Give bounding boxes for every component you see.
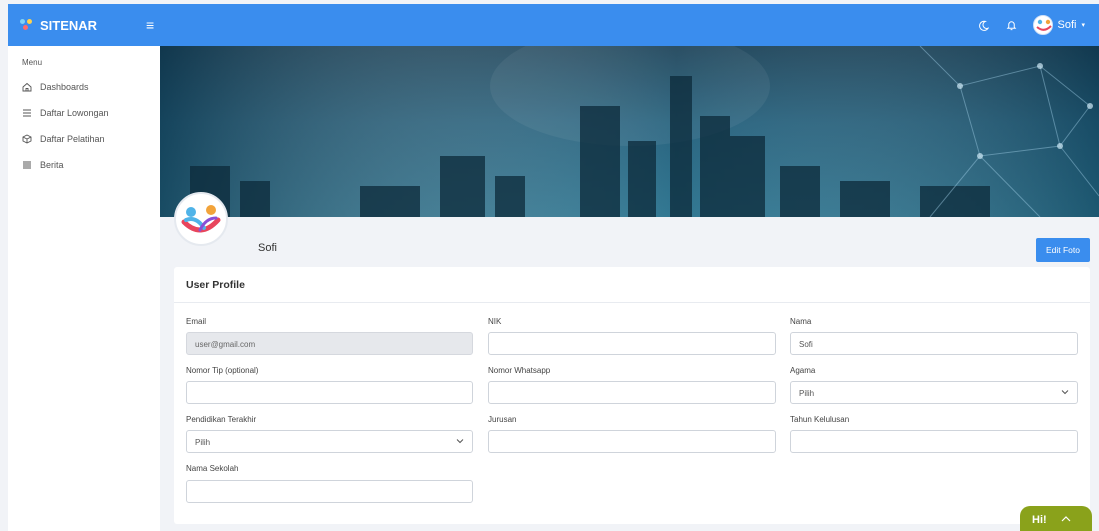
sidebar-item-dashboards[interactable]: Dashboards bbox=[8, 74, 160, 100]
chevron-up-icon bbox=[1061, 514, 1071, 526]
sekolah-label: Nama Sekolah bbox=[186, 464, 239, 473]
nama-label: Nama bbox=[790, 317, 812, 326]
chat-label: Hi! bbox=[1032, 514, 1047, 526]
profile-avatar[interactable] bbox=[174, 192, 228, 246]
sidebar-item-daftar-pelatihan[interactable]: Daftar Pelatihan bbox=[8, 126, 160, 152]
tahun-label: Tahun Kelulusan bbox=[790, 415, 850, 424]
jurusan-label: Jurusan bbox=[488, 415, 517, 424]
nik-field[interactable] bbox=[488, 332, 776, 355]
brand[interactable]: SITENAR bbox=[8, 18, 158, 33]
logo-icon bbox=[20, 19, 34, 31]
pendidikan-select[interactable]: Pilih bbox=[186, 430, 473, 453]
home-icon bbox=[22, 82, 32, 92]
agama-label: Agama bbox=[790, 366, 816, 375]
menu-header: Menu bbox=[22, 58, 43, 67]
whatsapp-field[interactable] bbox=[488, 381, 776, 404]
email-field[interactable]: user@gmail.com bbox=[186, 332, 473, 355]
list-icon bbox=[22, 108, 32, 118]
pendidikan-label: Pendidikan Terakhir bbox=[186, 415, 257, 424]
sidebar-item-label: Dashboards bbox=[40, 82, 89, 92]
chevron-down-icon: ▾ bbox=[1081, 22, 1085, 29]
pendidikan-selected-value: Pilih bbox=[195, 438, 211, 447]
nomor-tip-field[interactable] bbox=[186, 381, 473, 404]
sidebar-item-daftar-lowongan[interactable]: Daftar Lowongan bbox=[8, 100, 160, 126]
user-name: Sofi bbox=[1057, 19, 1077, 31]
cube-icon bbox=[22, 134, 32, 144]
nik-label: NIK bbox=[488, 317, 502, 326]
profile-banner bbox=[160, 46, 1099, 217]
hamburger-menu-icon[interactable]: ≡ bbox=[146, 17, 154, 33]
profile-name: Sofi bbox=[258, 242, 277, 254]
sekolah-field[interactable] bbox=[186, 480, 473, 503]
brand-name: SITENAR bbox=[40, 17, 98, 33]
sidebar-item-label: Berita bbox=[40, 160, 64, 170]
user-profile-card: User Profile Email user@gmail.com NIK Na… bbox=[174, 267, 1090, 524]
sidebar-item-berita[interactable]: Berita bbox=[8, 152, 160, 178]
chevron-down-icon bbox=[1061, 388, 1069, 396]
chevron-down-icon bbox=[456, 437, 464, 445]
user-menu[interactable]: Sofi ▾ bbox=[1032, 15, 1085, 35]
jurusan-field[interactable] bbox=[488, 430, 776, 453]
sidebar: Menu Dashboards Daftar Lowongan Daftar P… bbox=[8, 46, 160, 531]
card-title: User Profile bbox=[174, 267, 1090, 303]
top-navbar: SITENAR ≡ Sofi ▾ bbox=[8, 4, 1099, 46]
sidebar-item-label: Daftar Pelatihan bbox=[40, 134, 105, 144]
notification-bell-icon[interactable] bbox=[1005, 18, 1019, 32]
tahun-field[interactable] bbox=[790, 430, 1078, 453]
email-label: Email bbox=[186, 317, 207, 326]
dark-mode-moon-icon[interactable] bbox=[977, 18, 991, 32]
city-network-background bbox=[160, 46, 1099, 217]
nomor-tip-label: Nomor Tip (optional) bbox=[186, 366, 259, 375]
nama-field[interactable]: Sofi bbox=[790, 332, 1078, 355]
news-icon bbox=[22, 160, 32, 170]
agama-select[interactable]: Pilih bbox=[790, 381, 1078, 404]
avatar bbox=[1032, 15, 1053, 35]
edit-photo-button[interactable]: Edit Foto bbox=[1036, 238, 1090, 262]
agama-selected-value: Pilih bbox=[799, 389, 815, 398]
whatsapp-label: Nomor Whatsapp bbox=[488, 366, 551, 375]
sidebar-item-label: Daftar Lowongan bbox=[40, 108, 109, 118]
chat-widget-button[interactable]: Hi! bbox=[1020, 506, 1092, 531]
